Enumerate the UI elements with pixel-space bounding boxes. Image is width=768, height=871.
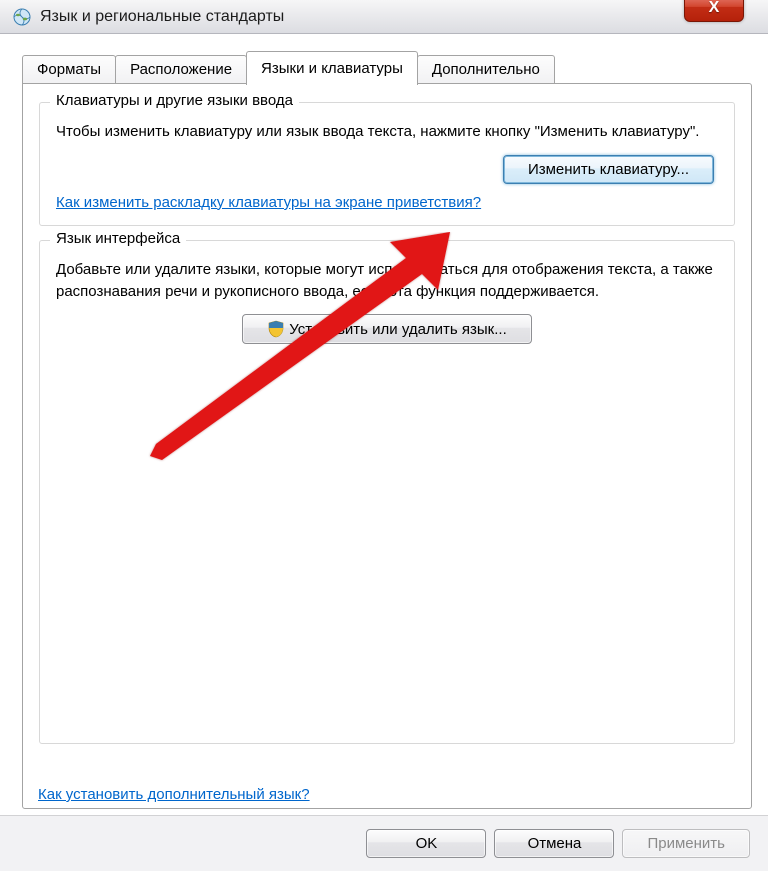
apply-button[interactable]: Применить — [622, 829, 750, 858]
footer-link-area: Как установить дополнительный язык? — [38, 786, 310, 803]
group2-description: Добавьте или удалите языки, которые могу… — [56, 259, 718, 303]
close-icon: X — [709, 0, 720, 17]
group-legend: Язык интерфейса — [50, 230, 186, 247]
close-button[interactable]: X — [684, 0, 744, 22]
dialog-footer: OK Отмена Применить — [0, 815, 768, 871]
tab-advanced[interactable]: Дополнительно — [417, 55, 555, 84]
group-legend: Клавиатуры и другие языки ввода — [50, 92, 299, 109]
change-keyboard-button[interactable]: Изменить клавиатуру... — [503, 155, 714, 184]
globe-icon — [12, 7, 32, 27]
cancel-button[interactable]: Отмена — [494, 829, 614, 858]
window-title: Язык и региональные стандарты — [40, 8, 284, 26]
tab-formats[interactable]: Форматы — [22, 55, 116, 84]
tab-container: Форматы Расположение Языки и клавиатуры … — [22, 52, 752, 809]
group-display-language: Язык интерфейса Добавьте или удалите язы… — [39, 240, 735, 744]
tab-strip: Форматы Расположение Языки и клавиатуры … — [22, 52, 752, 84]
ok-button[interactable]: OK — [366, 829, 486, 858]
tab-keyboards-languages[interactable]: Языки и клавиатуры — [246, 51, 418, 85]
uac-shield-icon — [267, 320, 285, 338]
tab-panel: Клавиатуры и другие языки ввода Чтобы из… — [22, 83, 752, 809]
tab-location[interactable]: Расположение — [115, 55, 247, 84]
client-area: Форматы Расположение Языки и клавиатуры … — [0, 34, 768, 871]
welcome-screen-layout-link[interactable]: Как изменить раскладку клавиатуры на экр… — [56, 194, 481, 211]
install-additional-language-link[interactable]: Как установить дополнительный язык? — [38, 786, 310, 803]
group-keyboards-input: Клавиатуры и другие языки ввода Чтобы из… — [39, 102, 735, 226]
install-remove-language-label: Установить или удалить язык... — [289, 321, 507, 338]
title-bar: Язык и региональные стандарты X — [0, 0, 768, 34]
install-remove-language-button[interactable]: Установить или удалить язык... — [242, 314, 532, 344]
group1-description: Чтобы изменить клавиатуру или язык ввода… — [56, 121, 718, 143]
